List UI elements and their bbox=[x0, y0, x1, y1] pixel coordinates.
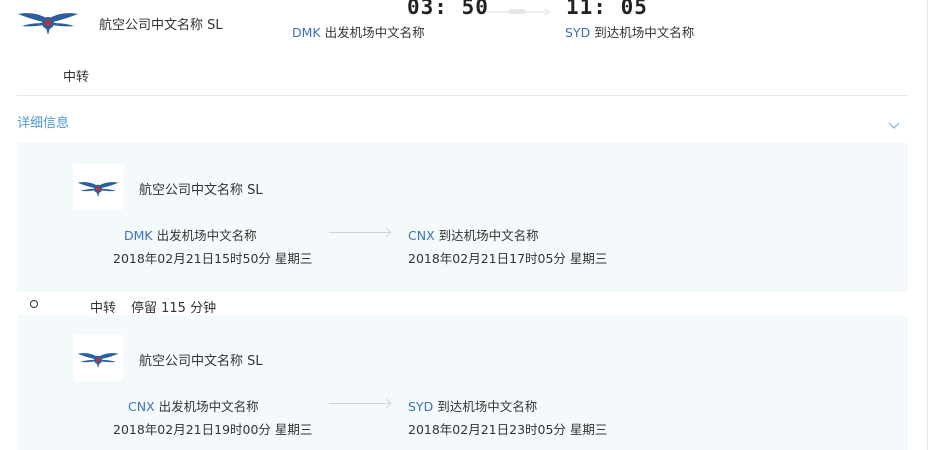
departure-code: DMK bbox=[124, 228, 153, 243]
segment-2-airline-name: 航空公司中文名称 SL bbox=[139, 354, 263, 369]
segment-2-departure-airport: CNX 出发机场中文名称 bbox=[128, 396, 259, 415]
arrival-airport-name: 到达机场中文名称 bbox=[437, 399, 538, 414]
airline-logo bbox=[77, 353, 119, 368]
departure-airport-name: 出发机场中文名称 bbox=[156, 228, 257, 243]
details-toggle[interactable]: 详细信息 bbox=[17, 112, 69, 131]
summary-airline-name: 航空公司中文名称 SL bbox=[99, 18, 223, 33]
departure-code: CNX bbox=[128, 399, 155, 414]
departure-code: DMK bbox=[292, 25, 321, 40]
arrival-code: CNX bbox=[408, 228, 435, 243]
segment-2-arrival-datetime: 2018年02月21日23时05分 星期三 bbox=[408, 422, 608, 437]
scroll-edge bbox=[927, 0, 928, 450]
chevron-down-icon[interactable] bbox=[888, 115, 900, 134]
transfer-label: 中转 bbox=[90, 301, 117, 316]
summary-divider bbox=[17, 95, 908, 96]
transfer-stay-duration: 停留 115 分钟 bbox=[131, 301, 217, 316]
summary-departure-time: 03: 50 bbox=[407, 0, 489, 19]
segment-2-departure-datetime: 2018年02月21日19时00分 星期三 bbox=[113, 422, 313, 437]
summary-departure-airport: DMK 出发机场中文名称 bbox=[292, 22, 425, 41]
airline-logo bbox=[17, 10, 79, 36]
summary-arrival-time: 11: 05 bbox=[566, 0, 648, 19]
segment-2-arrival-airport: SYD 到达机场中文名称 bbox=[408, 396, 537, 415]
segment-1-arrival-airport: CNX 到达机场中文名称 bbox=[408, 225, 539, 244]
summary-arrival-airport: SYD 到达机场中文名称 bbox=[565, 22, 694, 41]
departure-airport-name: 出发机场中文名称 bbox=[324, 25, 425, 40]
summary-transfer-label: 中转 bbox=[63, 70, 90, 85]
segment-1-departure-datetime: 2018年02月21日15时50分 星期三 bbox=[113, 251, 313, 266]
arrival-code: SYD bbox=[408, 399, 434, 414]
segment-1-airline-name: 航空公司中文名称 SL bbox=[139, 183, 263, 198]
segment-1-arrival-datetime: 2018年02月21日17时05分 星期三 bbox=[408, 251, 608, 266]
departure-airport-name: 出发机场中文名称 bbox=[158, 399, 259, 414]
segment-card-1 bbox=[17, 143, 908, 292]
transfer-dot-icon bbox=[30, 300, 38, 308]
arrival-airport-name: 到达机场中文名称 bbox=[594, 25, 695, 40]
airline-logo bbox=[77, 182, 119, 197]
segment-1-departure-airport: DMK 出发机场中文名称 bbox=[124, 225, 257, 244]
segment-1-logo-box bbox=[73, 164, 123, 210]
arrival-airport-name: 到达机场中文名称 bbox=[438, 228, 539, 243]
segment-2-logo-box bbox=[73, 335, 123, 381]
summary-flight-arrow bbox=[486, 2, 552, 21]
flight-detail-page: 航空公司中文名称 SL 03: 50 11: 05 DMK 出发机场中文名称 S… bbox=[0, 0, 931, 450]
arrival-code: SYD bbox=[565, 25, 591, 40]
